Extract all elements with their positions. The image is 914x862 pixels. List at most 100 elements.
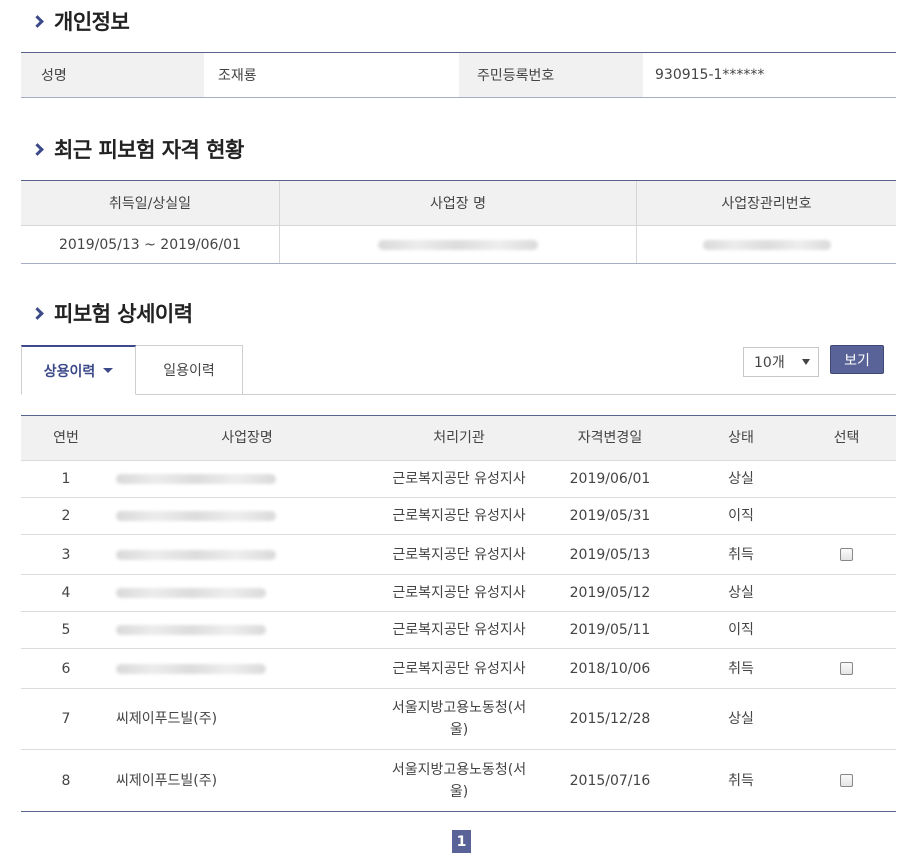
change-date: 2019/05/13 [569,546,651,563]
name-value: 조재룡 [218,68,257,84]
status-value: 취득 [728,546,754,563]
agency-line: 서울지방고용노동청(서 [391,700,527,716]
company-name [111,498,383,534]
agency-name: 근로복지공단 유성지사 [392,546,526,563]
company-name [111,612,383,648]
change-date: 2015/07/16 [569,772,651,789]
company-name: 씨제이푸드빌(주) [116,711,218,727]
select-cell [797,649,896,688]
name-label: 성명 [21,53,204,97]
status-value: 상실 [728,711,754,727]
company-name: 씨제이푸드빌(주) [116,772,218,789]
column-header-agency: 처리기관 [433,430,485,446]
redacted-text [116,474,276,484]
row-number: 1 [61,471,71,487]
detail-history-heading: 피보험 상세이력 [31,298,193,328]
table-header-row: 연번 사업장명 처리기관 자격변경일 상태 선택 [21,416,896,461]
page-size-select[interactable]: 10개 [743,347,819,377]
chevron-right-icon [31,14,44,28]
select-cell [797,498,896,534]
column-header-change-date: 자격변경일 [577,430,643,446]
table-row: 3 근로복지공단 유성지사 2019/05/13 취득 [21,535,896,575]
column-header-no: 연번 [53,430,79,446]
agency-line: 서울지방고용노동청(서 [391,761,527,778]
pagination-page-1[interactable]: 1 [452,830,471,853]
agency-line: 울) [449,783,469,800]
rrn-value: 930915-1****** [655,67,765,83]
recent-status-heading: 최근 피보험 자격 현황 [31,134,244,164]
workplace-id-redacted [636,226,896,263]
tab-divider [243,394,896,395]
personal-info-heading: 개인정보 [31,6,130,36]
table-row: 2 근로복지공단 유성지사 2019/05/31 이직 [21,498,896,535]
row-number: 2 [61,508,71,524]
row-number: 8 [61,772,71,789]
redacted-text [702,239,831,250]
table-row: 5 근로복지공단 유성지사 2019/05/11 이직 [21,612,896,649]
table-row: 6 근로복지공단 유성지사 2018/10/06 취득 [21,649,896,689]
redacted-text [116,663,266,674]
change-date: 2019/06/01 [569,471,651,487]
redacted-text [116,511,276,521]
agency-name: 서울지방고용노동청(서울) [383,689,535,749]
row-select-checkbox[interactable] [840,548,853,561]
select-cell [797,575,896,611]
company-name [111,461,383,497]
view-button[interactable]: 보기 [830,345,884,374]
dropdown-arrow-icon [802,359,810,365]
table-row: 8 씨제이푸드빌(주) 서울지방고용노동청(서울) 2015/07/16 취득 [21,750,896,811]
column-header-status: 상태 [728,430,754,446]
table-row: 4 근로복지공단 유성지사 2019/05/12 상실 [21,575,896,612]
agency-name: 근로복지공단 유성지사 [392,508,526,524]
agency-name: 근로복지공단 유성지사 [392,471,526,487]
column-header-select: 선택 [833,430,860,446]
row-select-checkbox[interactable] [840,662,853,675]
agency-name: 서울지방고용노동청(서울) [383,750,535,811]
redacted-text [378,239,538,250]
row-number: 5 [61,622,71,638]
table-row: 2019/05/13 ~ 2019/06/01 [21,226,896,263]
agency-name: 근로복지공단 유성지사 [392,585,526,601]
row-number: 3 [61,546,71,563]
change-date: 2019/05/12 [569,585,651,601]
tab-regular-history[interactable]: 상용이력 [21,345,136,395]
agency-name: 근로복지공단 유성지사 [392,660,526,677]
status-value: 취득 [728,660,754,677]
select-cell [797,689,896,749]
status-value: 취득 [728,772,754,789]
table-row: 7 씨제이푸드빌(주) 서울지방고용노동청(서 울) 2015/12/28 상실 [21,689,896,750]
rrn-label: 주민등록번호 [459,53,643,97]
change-date: 2019/05/11 [569,622,651,638]
select-cell [797,612,896,648]
column-header-company: 사업장명 [221,430,273,446]
recent-status-table: 취득일/상실일 사업장 명 사업장관리번호 2019/05/13 ~ 2019/… [21,180,896,264]
row-select-checkbox[interactable] [840,774,853,787]
personal-info-table: 성명 조재룡 주민등록번호 930915-1****** [21,52,896,98]
company-name [111,575,383,611]
history-tabs: 상용이력 일용이력 [21,345,243,395]
select-cell [797,461,896,497]
agency-line: 울) [449,722,469,738]
row-number: 7 [61,711,71,727]
redacted-text [116,588,266,598]
select-cell [797,750,896,811]
period-value: 2019/05/13 ~ 2019/06/01 [58,236,241,253]
agency-name: 근로복지공단 유성지사 [392,622,526,638]
select-cell [797,535,896,574]
detail-history-table: 연번 사업장명 처리기관 자격변경일 상태 선택 1 근로복지공단 유성지사 201… [21,415,896,812]
table-row: 1 근로복지공단 유성지사 2019/06/01 상실 [21,461,896,498]
chevron-right-icon [31,306,44,320]
status-value: 상실 [728,471,754,487]
company-name [111,649,383,688]
column-header-workplace-id: 사업장관리번호 [636,181,896,225]
workplace-value-redacted [279,226,636,263]
status-value: 상실 [728,585,754,601]
change-date: 2018/10/06 [569,660,651,677]
tab-daily-history[interactable]: 일용이력 [136,345,243,395]
company-name [111,535,383,574]
row-number: 4 [61,585,71,601]
redacted-text [116,625,266,635]
table-header-row: 취득일/상실일 사업장 명 사업장관리번호 [21,181,896,226]
chevron-right-icon [31,142,44,156]
row-number: 6 [61,660,71,677]
